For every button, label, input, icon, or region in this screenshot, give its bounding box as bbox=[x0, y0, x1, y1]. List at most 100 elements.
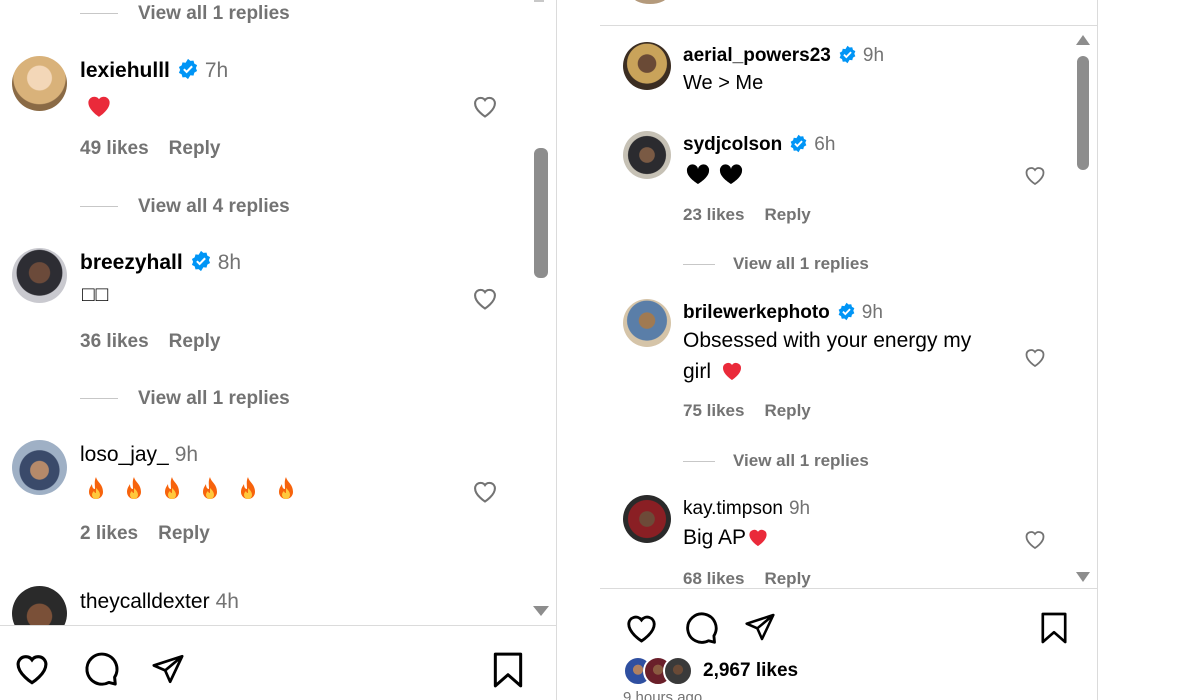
share-icon[interactable] bbox=[150, 652, 186, 691]
like-count: 36 likes bbox=[80, 331, 149, 352]
comment-icon[interactable] bbox=[82, 650, 120, 693]
comment-meta: 2 likes Reply bbox=[80, 523, 210, 545]
action-bar: 2,967 likes 9 hours ago bbox=[600, 588, 1097, 700]
like-comment-heart-icon[interactable] bbox=[1023, 346, 1047, 373]
username[interactable]: aerial_powers23 bbox=[683, 45, 831, 66]
scrollbar-down-arrow[interactable] bbox=[1075, 570, 1091, 588]
comment-header: sydjcolson 6h bbox=[683, 134, 835, 158]
action-bar bbox=[0, 625, 556, 700]
left-comments-panel: View all 1 replies lexiehulll 7h 49 likes… bbox=[0, 0, 557, 700]
like-count: 2 likes bbox=[80, 523, 139, 544]
comment-meta: 68 likes Reply bbox=[683, 569, 811, 589]
like-comment-heart-icon[interactable] bbox=[1023, 528, 1047, 555]
comment-header: breezyhall 8h bbox=[80, 250, 241, 277]
view-replies-link[interactable]: View all 1 replies bbox=[683, 254, 869, 274]
post-timestamp: 9 hours ago bbox=[623, 689, 703, 700]
comment-header: aerial_powers23 9h bbox=[683, 45, 884, 69]
post-like-count[interactable]: 2,967 likes bbox=[703, 660, 798, 682]
view-replies-link[interactable]: View all 1 replies bbox=[80, 388, 290, 410]
like-post-heart-icon[interactable] bbox=[12, 650, 52, 691]
comment-header: theycalldexter 4h bbox=[80, 590, 239, 614]
reply-button[interactable]: Reply bbox=[764, 205, 810, 224]
right-comments-panel: aerial_powers23 9h We > Me sydjcolson 6h 2… bbox=[557, 0, 1098, 700]
red-heart-emoji-icon bbox=[749, 529, 767, 547]
avatar[interactable] bbox=[12, 56, 67, 111]
like-comment-heart-icon[interactable] bbox=[471, 93, 499, 124]
bookmark-icon[interactable] bbox=[1040, 611, 1068, 650]
comment-time: 9h bbox=[862, 45, 885, 66]
avatar bbox=[663, 656, 693, 686]
username[interactable]: sydjcolson bbox=[683, 134, 782, 155]
avatar[interactable] bbox=[623, 495, 671, 543]
reply-button[interactable]: Reply bbox=[158, 523, 210, 544]
avatar[interactable] bbox=[623, 42, 671, 90]
comment-text: □□ bbox=[82, 283, 110, 306]
comment-text: We > Me bbox=[683, 72, 764, 94]
scrollbar-thumb[interactable] bbox=[534, 148, 548, 278]
verified-badge-icon bbox=[838, 45, 857, 69]
comment-header: brilewerkephoto 9h bbox=[683, 302, 883, 326]
comment-text: Big AP bbox=[683, 526, 747, 549]
verified-badge-icon bbox=[789, 134, 808, 158]
like-comment-heart-icon[interactable] bbox=[471, 285, 499, 316]
comment-time: 8h bbox=[217, 251, 242, 274]
username[interactable]: kay.timpson bbox=[683, 498, 783, 519]
comment-text-line1: Obsessed with your energy my bbox=[683, 329, 972, 352]
red-heart-emoji-icon bbox=[723, 363, 742, 380]
fire-emoji-row bbox=[84, 475, 314, 510]
comment-time: 6h bbox=[814, 134, 836, 155]
comment-icon[interactable] bbox=[683, 610, 719, 651]
comment-time: 4h bbox=[215, 590, 239, 613]
comment-meta: 23 likes Reply bbox=[683, 205, 811, 225]
reply-button[interactable]: Reply bbox=[169, 138, 221, 159]
black-heart-emoji-icon bbox=[685, 164, 745, 191]
view-replies-link[interactable]: View all 4 replies bbox=[80, 196, 290, 218]
like-count: 68 likes bbox=[683, 569, 745, 588]
like-comment-heart-icon[interactable] bbox=[471, 478, 499, 509]
comment-time: 9h bbox=[861, 302, 883, 323]
comment-text-line2-row: girl bbox=[683, 359, 745, 384]
share-icon[interactable] bbox=[743, 611, 777, 648]
view-replies-link[interactable]: View all 1 replies bbox=[683, 451, 869, 471]
verified-badge-icon bbox=[837, 302, 856, 326]
bookmark-icon[interactable] bbox=[492, 651, 524, 694]
fire-emoji-icon bbox=[89, 477, 293, 499]
comment-header: loso_jay_ 9h bbox=[80, 443, 198, 467]
comment-text-row: Big AP bbox=[683, 526, 770, 550]
comment-time: 7h bbox=[204, 59, 229, 82]
avatar[interactable] bbox=[12, 248, 67, 303]
username[interactable]: brilewerkephoto bbox=[683, 302, 830, 323]
comment-meta: 75 likes Reply bbox=[683, 401, 811, 421]
view-replies-link[interactable]: View all 1 replies bbox=[80, 3, 290, 25]
comment-time: 9h bbox=[788, 498, 811, 519]
reply-button[interactable]: Reply bbox=[169, 331, 221, 352]
like-post-heart-icon[interactable] bbox=[623, 611, 660, 649]
username[interactable]: lexiehulll bbox=[80, 59, 170, 82]
username[interactable]: theycalldexter bbox=[80, 590, 210, 613]
avatar bbox=[632, 0, 668, 4]
scrollbar-top-arrow[interactable] bbox=[534, 0, 544, 2]
avatar[interactable] bbox=[623, 299, 671, 347]
like-count: 49 likes bbox=[80, 138, 149, 159]
comment-header: lexiehulll 7h bbox=[80, 58, 228, 85]
username[interactable]: loso_jay_ bbox=[80, 443, 169, 466]
like-comment-heart-icon[interactable] bbox=[1023, 164, 1047, 191]
liker-avatars[interactable] bbox=[623, 656, 698, 686]
like-count: 75 likes bbox=[683, 401, 745, 420]
reply-button[interactable]: Reply bbox=[764, 401, 810, 420]
comment-time: 9h bbox=[174, 443, 199, 466]
comment-header: kay.timpson 9h bbox=[683, 498, 810, 520]
verified-badge-icon bbox=[177, 58, 199, 85]
reply-button[interactable]: Reply bbox=[764, 569, 810, 588]
verified-badge-icon bbox=[190, 250, 212, 277]
scrollbar-up-arrow[interactable] bbox=[1075, 33, 1091, 51]
like-count: 23 likes bbox=[683, 205, 745, 224]
comment-text-line2: girl bbox=[683, 360, 712, 383]
divider bbox=[600, 25, 1097, 26]
avatar[interactable] bbox=[12, 440, 67, 495]
username[interactable]: breezyhall bbox=[80, 251, 183, 274]
scrollbar-thumb[interactable] bbox=[1077, 56, 1089, 170]
comment-meta: 49 likes Reply bbox=[80, 138, 220, 160]
avatar[interactable] bbox=[623, 131, 671, 179]
scrollbar-down-arrow[interactable] bbox=[532, 604, 550, 622]
